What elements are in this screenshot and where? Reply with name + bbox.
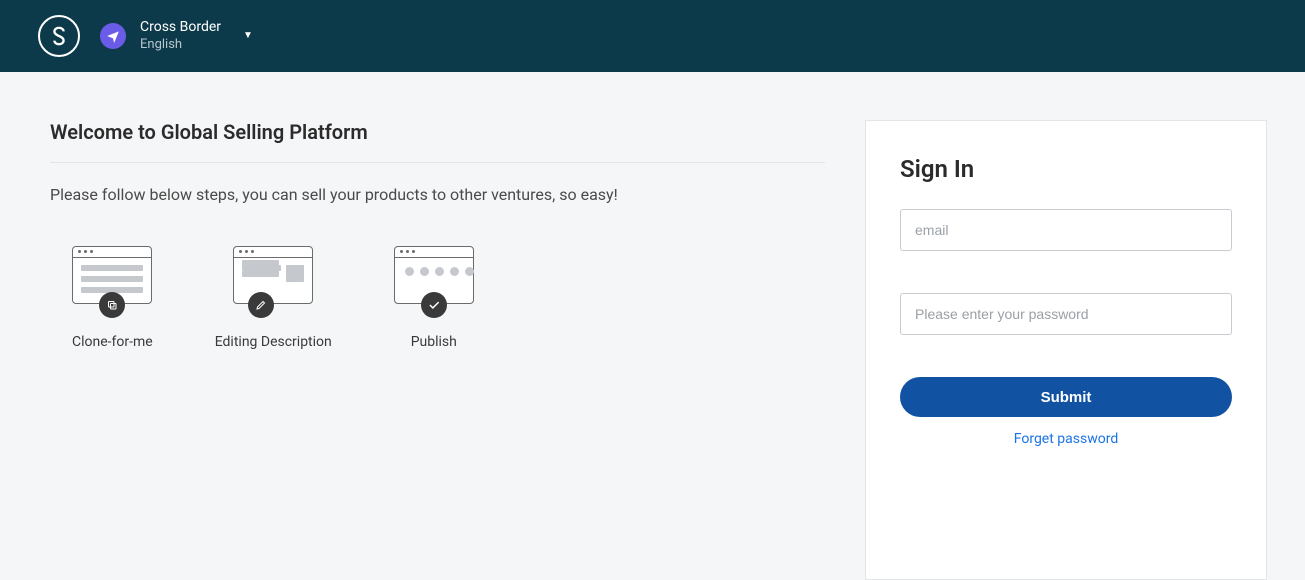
caret-down-icon: ▼ [243,30,253,41]
step-clone: Clone-for-me [72,246,153,350]
locale-language: English [140,37,221,54]
app-header: Cross Border English ▼ [0,0,1305,72]
plane-icon [100,23,126,49]
step-label: Publish [411,334,457,350]
welcome-section: Welcome to Global Selling Platform Pleas… [50,120,825,580]
locale-selector[interactable]: Cross Border English ▼ [100,18,253,53]
edit-icon [233,246,313,316]
submit-button[interactable]: Submit [900,377,1232,417]
step-label: Clone-for-me [72,334,153,350]
publish-icon [394,246,474,316]
main-content: Welcome to Global Selling Platform Pleas… [0,72,1305,580]
signin-panel: Sign In Submit Forget password [865,120,1267,580]
steps-row: Clone-for-me [72,246,825,350]
welcome-title: Welcome to Global Selling Platform [50,120,825,163]
email-input[interactable] [900,209,1232,251]
step-edit: Editing Description [215,246,332,350]
step-label: Editing Description [215,334,332,350]
password-input[interactable] [900,293,1232,335]
welcome-subtitle: Please follow below steps, you can sell … [50,185,825,204]
forget-password-link[interactable]: Forget password [900,431,1232,447]
app-logo [38,15,80,57]
locale-title: Cross Border [140,18,221,36]
clone-icon [72,246,152,316]
locale-text: Cross Border English [140,18,221,53]
signin-title: Sign In [900,155,1232,183]
step-publish: Publish [394,246,474,350]
